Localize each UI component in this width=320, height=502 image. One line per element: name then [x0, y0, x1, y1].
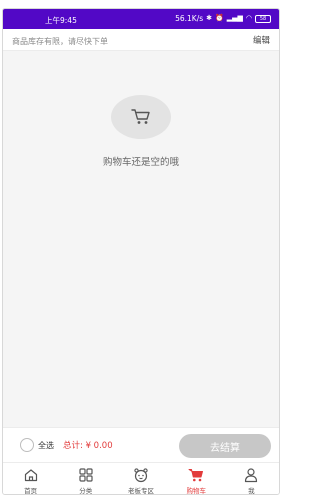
status-bar: 上午9:45 56.1K/s ✱ ⏰ ▂▄▆ ◠ 58: [3, 9, 279, 29]
tab-me-label: 我: [248, 487, 255, 495]
network-speed: 56.1K/s: [175, 14, 204, 23]
alarm-icon: ⏰: [215, 14, 224, 22]
phone-screen: 上午9:45 56.1K/s ✱ ⏰ ▂▄▆ ◠ 58 商品库存有限，请尽快下单…: [2, 8, 280, 495]
notice-bar: 商品库存有限，请尽快下单 编辑: [3, 29, 279, 51]
tab-category-label: 分类: [79, 487, 93, 495]
tab-cart-label: 购物车: [186, 487, 206, 495]
category-grid-icon: [79, 468, 93, 482]
wifi-icon: ◠: [245, 14, 252, 22]
user-icon: [245, 468, 258, 483]
signal-icon: ▂▄▆: [226, 14, 243, 22]
cart-icon: [188, 469, 204, 482]
tab-home[interactable]: 首页: [3, 463, 58, 495]
tab-cart[interactable]: 购物车: [169, 463, 224, 495]
empty-cart-message: 购物车还是空的哦: [102, 157, 179, 168]
empty-cart-badge: [111, 95, 171, 139]
total-price: 总计: ¥ 0.00: [63, 441, 113, 451]
tab-boss-zone[interactable]: 老板专区: [113, 463, 168, 495]
bottom-tab-bar: 首页 分类 老板专区 购物车 我: [3, 462, 279, 495]
tab-category[interactable]: 分类: [58, 463, 113, 495]
tab-home-label: 首页: [24, 487, 38, 495]
battery-icon: 58: [255, 14, 271, 23]
tab-me[interactable]: 我: [224, 463, 279, 495]
status-indicators: 56.1K/s ✱ ⏰ ▂▄▆ ◠ 58: [175, 14, 271, 23]
select-all-label[interactable]: 全选: [38, 440, 54, 451]
checkout-button[interactable]: 去结算: [179, 434, 271, 458]
boss-zone-icon: [134, 468, 148, 483]
tab-boss-zone-label: 老板专区: [128, 487, 154, 495]
select-all-checkbox[interactable]: [20, 438, 34, 452]
status-time: 上午9:45: [45, 16, 77, 25]
home-icon: [24, 469, 37, 482]
checkout-bar: 全选 总计: ¥ 0.00 去结算: [3, 427, 279, 462]
cart-icon: [131, 109, 150, 124]
stock-notice: 商品库存有限，请尽快下单: [12, 37, 108, 46]
edit-button[interactable]: 编辑: [253, 34, 270, 46]
bluetooth-icon: ✱: [206, 14, 213, 22]
